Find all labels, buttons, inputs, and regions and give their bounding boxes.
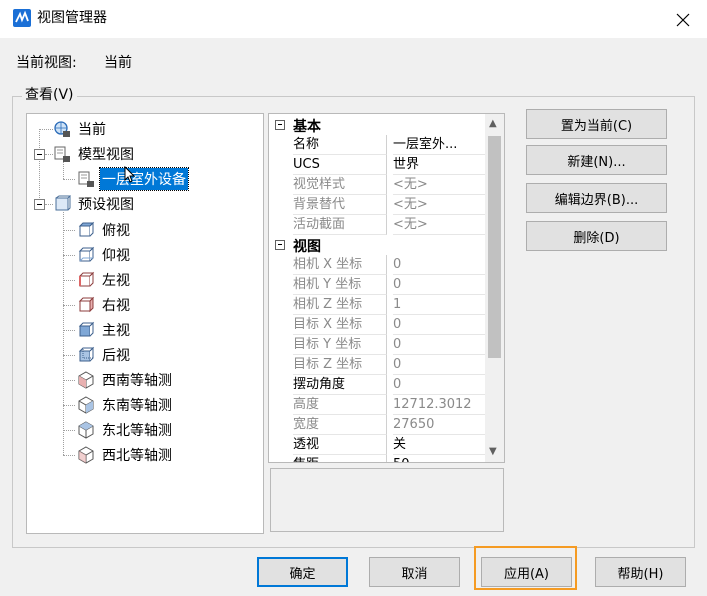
section-basic[interactable]: 基本	[269, 115, 485, 135]
collapse-icon[interactable]	[275, 240, 285, 250]
tree-item-sw-iso[interactable]: 西南等轴测	[77, 369, 174, 391]
scroll-up-icon[interactable]: ▲	[489, 118, 497, 129]
view-group-title: 查看(V)	[22, 84, 77, 104]
delete-button[interactable]: 删除(D)	[526, 221, 667, 251]
ok-button[interactable]: 确定	[257, 557, 348, 587]
help-button[interactable]: 帮助(H)	[595, 557, 686, 587]
nw-iso-icon	[78, 446, 94, 464]
se-iso-icon	[78, 396, 94, 414]
cancel-button[interactable]: 取消	[369, 557, 460, 587]
current-view-label: 当前视图:	[16, 55, 77, 71]
prop-camera-x: 相机 X 坐标 0	[269, 255, 485, 275]
view-tree[interactable]: 当前 模型视图 一层室外设备 预设视图 俯视 仰视 左视 右视 主视 后视 西南…	[26, 113, 264, 534]
properties-grid[interactable]: 基本 名称 一层室外... UCS 世界 视觉样式 <无> 背景替代 <无> 活…	[268, 113, 505, 463]
back-view-icon	[78, 346, 95, 362]
set-current-button[interactable]: 置为当前(C)	[526, 109, 667, 139]
expander-model-views[interactable]	[34, 149, 45, 160]
edit-boundaries-button[interactable]: 编辑边界(B)...	[526, 183, 667, 213]
prop-lens-length[interactable]: 焦距 50	[269, 455, 485, 462]
tree-item-left[interactable]: 左视	[77, 269, 132, 291]
prop-live-section: 活动截面 <无>	[269, 215, 485, 235]
model-view-icon	[54, 146, 70, 162]
prop-target-x: 目标 X 坐标 0	[269, 315, 485, 335]
mouse-cursor-icon	[124, 166, 136, 183]
prop-roll-angle[interactable]: 摆动角度 0	[269, 375, 485, 395]
prop-height: 高度 12712.3012	[269, 395, 485, 415]
named-view-icon	[78, 171, 94, 187]
prop-target-z: 目标 Z 坐标 0	[269, 355, 485, 375]
tree-item-nw-iso[interactable]: 西北等轴测	[77, 444, 174, 466]
close-button[interactable]	[668, 8, 698, 32]
bottom-view-icon	[78, 246, 95, 262]
new-view-button[interactable]: 新建(N)...	[526, 145, 667, 175]
left-view-icon	[78, 271, 95, 287]
properties-scrollbar[interactable]: ▲ ▼	[485, 114, 504, 462]
prop-camera-y: 相机 Y 坐标 0	[269, 275, 485, 295]
scroll-thumb[interactable]	[488, 136, 501, 358]
title-bar: 视图管理器	[0, 0, 707, 38]
prop-ucs[interactable]: UCS 世界	[269, 155, 485, 175]
tree-item-back[interactable]: 后视	[77, 344, 132, 366]
right-view-icon	[78, 296, 95, 313]
preset-view-icon	[55, 195, 71, 211]
close-icon	[676, 13, 690, 27]
prop-name[interactable]: 名称 一层室外...	[269, 135, 485, 155]
tree-item-top[interactable]: 俯视	[77, 219, 132, 241]
tree-item-bottom[interactable]: 仰视	[77, 244, 132, 266]
tree-item-model-views[interactable]: 模型视图	[53, 143, 136, 165]
sw-iso-icon	[78, 371, 94, 389]
app-logo-icon	[13, 9, 31, 27]
top-view-icon	[78, 221, 95, 237]
tree-item-ne-iso[interactable]: 东北等轴测	[77, 419, 174, 441]
prop-background-override: 背景替代 <无>	[269, 195, 485, 215]
prop-camera-z: 相机 Z 坐标 1	[269, 295, 485, 315]
expander-preset-views[interactable]	[34, 199, 45, 210]
camera-icon	[54, 121, 70, 137]
ne-iso-icon	[78, 421, 94, 439]
apply-highlight-box	[474, 546, 577, 590]
property-description-box	[270, 468, 504, 532]
prop-target-y: 目标 Y 坐标 0	[269, 335, 485, 355]
scroll-down-icon[interactable]: ▼	[489, 446, 497, 457]
tree-item-front[interactable]: 主视	[77, 319, 132, 341]
prop-visual-style: 视觉样式 <无>	[269, 175, 485, 195]
prop-perspective[interactable]: 透视 关	[269, 435, 485, 455]
section-view[interactable]: 视图	[269, 235, 485, 255]
tree-item-preset-views[interactable]: 预设视图	[53, 193, 136, 215]
collapse-icon[interactable]	[275, 120, 285, 130]
tree-item-se-iso[interactable]: 东南等轴测	[77, 394, 174, 416]
prop-width: 宽度 27650	[269, 415, 485, 435]
tree-item-current[interactable]: 当前	[53, 118, 108, 140]
current-view-value: 当前	[104, 55, 132, 71]
tree-item-right[interactable]: 右视	[77, 294, 132, 316]
window-title: 视图管理器	[37, 10, 107, 26]
front-view-icon	[78, 321, 95, 337]
